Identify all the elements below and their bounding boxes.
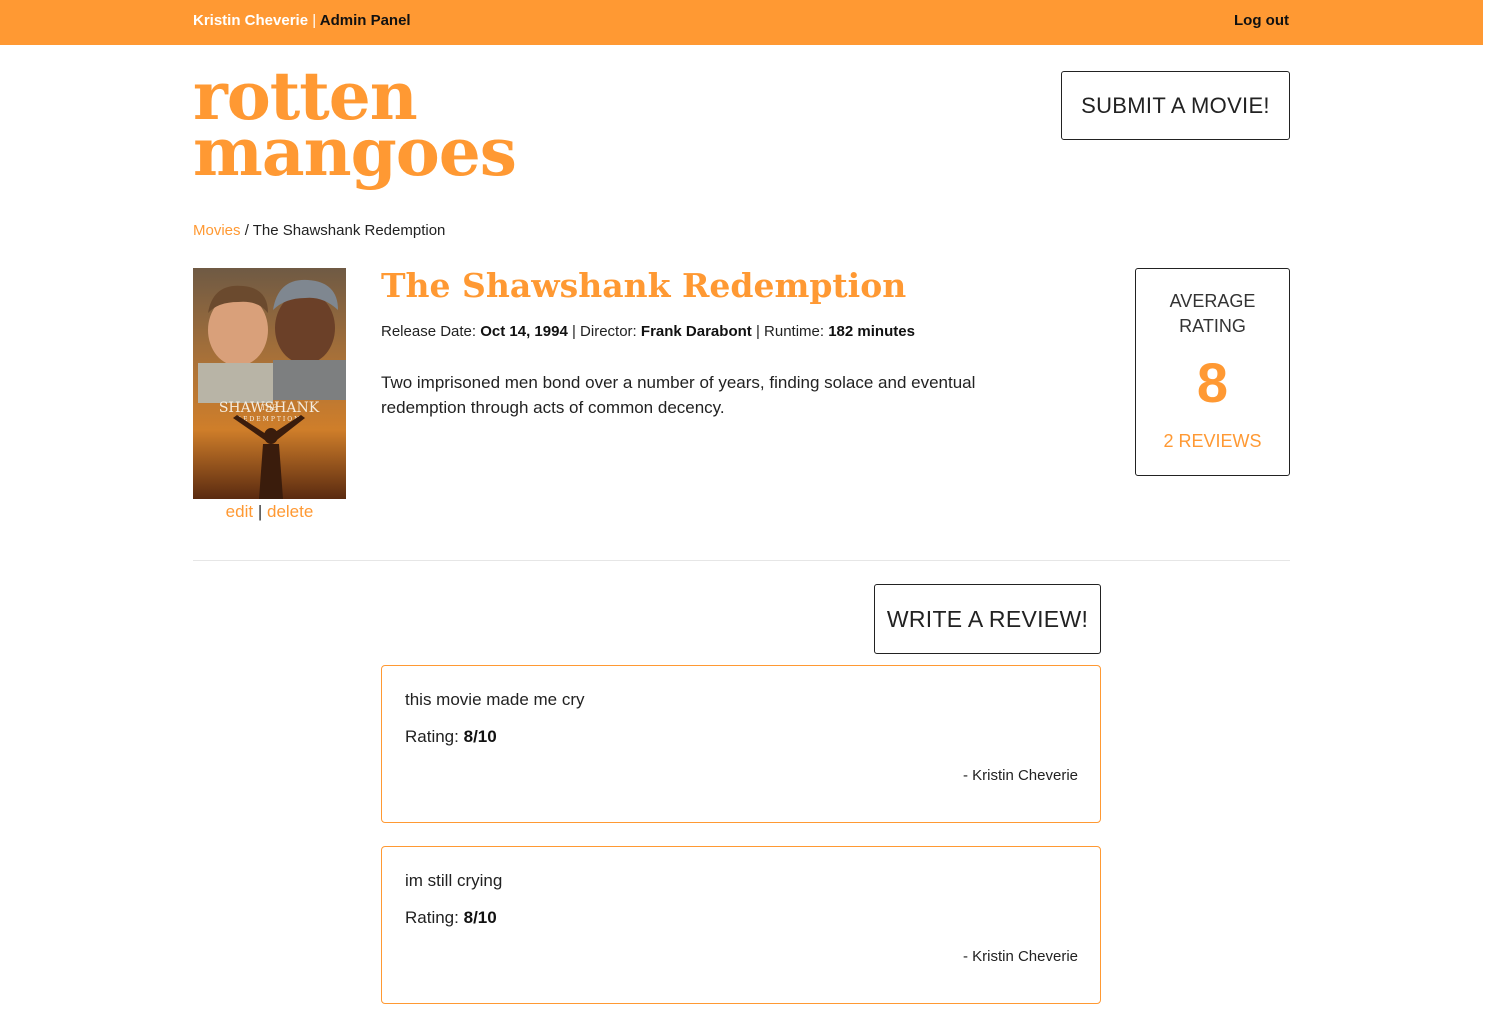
director-label: Director: — [580, 323, 637, 340]
average-rating-label: AVERAGE RATING — [1136, 289, 1289, 339]
poster-title-text: SHAWSHANK — [219, 400, 320, 416]
director-name: Frank Darabont — [640, 323, 752, 340]
review-rating-value: 8/10 — [463, 727, 497, 746]
review-rating: Rating: 8/10 — [405, 727, 497, 747]
logout-link[interactable]: Log out — [1234, 12, 1289, 29]
movie-poster: THE SHAWSHANK REDEMPTION — [193, 268, 346, 499]
runtime-label: Runtime: — [764, 323, 825, 340]
review-rating: Rating: 8/10 — [405, 908, 497, 928]
average-rating-box: AVERAGE RATING 8 2 REVIEWS — [1135, 268, 1290, 476]
average-rating-label-line-1: AVERAGE — [1169, 291, 1256, 311]
section-divider — [193, 560, 1290, 561]
average-rating-label-line-2: RATING — [1179, 316, 1246, 336]
breadcrumb-separator: / — [244, 222, 249, 239]
breadcrumb-current: The Shawshank Redemption — [252, 222, 446, 239]
runtime-value: 182 minutes — [828, 323, 915, 340]
release-date: Oct 14, 1994 — [480, 323, 568, 340]
movie-meta: Release Date: Oct 14, 1994 | Director: F… — [381, 323, 915, 340]
movie-description: Two imprisoned men bond over a number of… — [381, 373, 976, 417]
delete-link[interactable]: delete — [267, 502, 313, 521]
poster-actions: edit | delete — [193, 502, 346, 522]
review-rating-label: Rating: — [405, 727, 459, 746]
review-rating-label: Rating: — [405, 908, 459, 927]
review-author: - Kristin Cheverie — [962, 948, 1078, 965]
review-card: im still crying Rating: 8/10 - Kristin C… — [381, 846, 1101, 1004]
submit-movie-button[interactable]: SUBMIT A MOVIE! — [1061, 71, 1290, 140]
site-logo[interactable]: rotten mangoes — [193, 63, 517, 191]
review-card: this movie made me cry Rating: 8/10 - Kr… — [381, 665, 1101, 823]
release-label: Release Date: — [381, 323, 477, 340]
breadcrumb-movies-link[interactable]: Movies — [193, 222, 241, 239]
user-separator: | — [312, 12, 317, 29]
review-author: - Kristin Cheverie — [962, 767, 1078, 784]
poster-artwork: THE SHAWSHANK REDEMPTION — [193, 268, 346, 499]
write-review-button[interactable]: WRITE A REVIEW! — [874, 584, 1101, 654]
user-name[interactable]: Kristin Cheverie — [193, 12, 308, 29]
meta-separator: | — [755, 323, 760, 340]
review-text: this movie made me cry — [405, 690, 585, 709]
meta-separator: | — [571, 323, 576, 340]
review-text: im still crying — [405, 871, 503, 890]
average-rating-value: 8 — [1196, 351, 1229, 414]
edit-link[interactable]: edit — [226, 502, 253, 521]
logo-line-2: mangoes — [193, 113, 517, 191]
admin-panel-link[interactable]: Admin Panel — [320, 12, 411, 29]
review-rating-value: 8/10 — [463, 908, 497, 927]
movie-title: The Shawshank Redemption — [381, 266, 907, 305]
reviews-count-link[interactable]: 2 REVIEWS — [1163, 431, 1261, 452]
top-bar: Kristin Cheverie | Admin Panel Log out — [0, 0, 1483, 45]
breadcrumb: Movies / The Shawshank Redemption — [193, 222, 445, 239]
user-info: Kristin Cheverie | Admin Panel — [193, 12, 411, 29]
actions-separator: | — [257, 502, 263, 521]
